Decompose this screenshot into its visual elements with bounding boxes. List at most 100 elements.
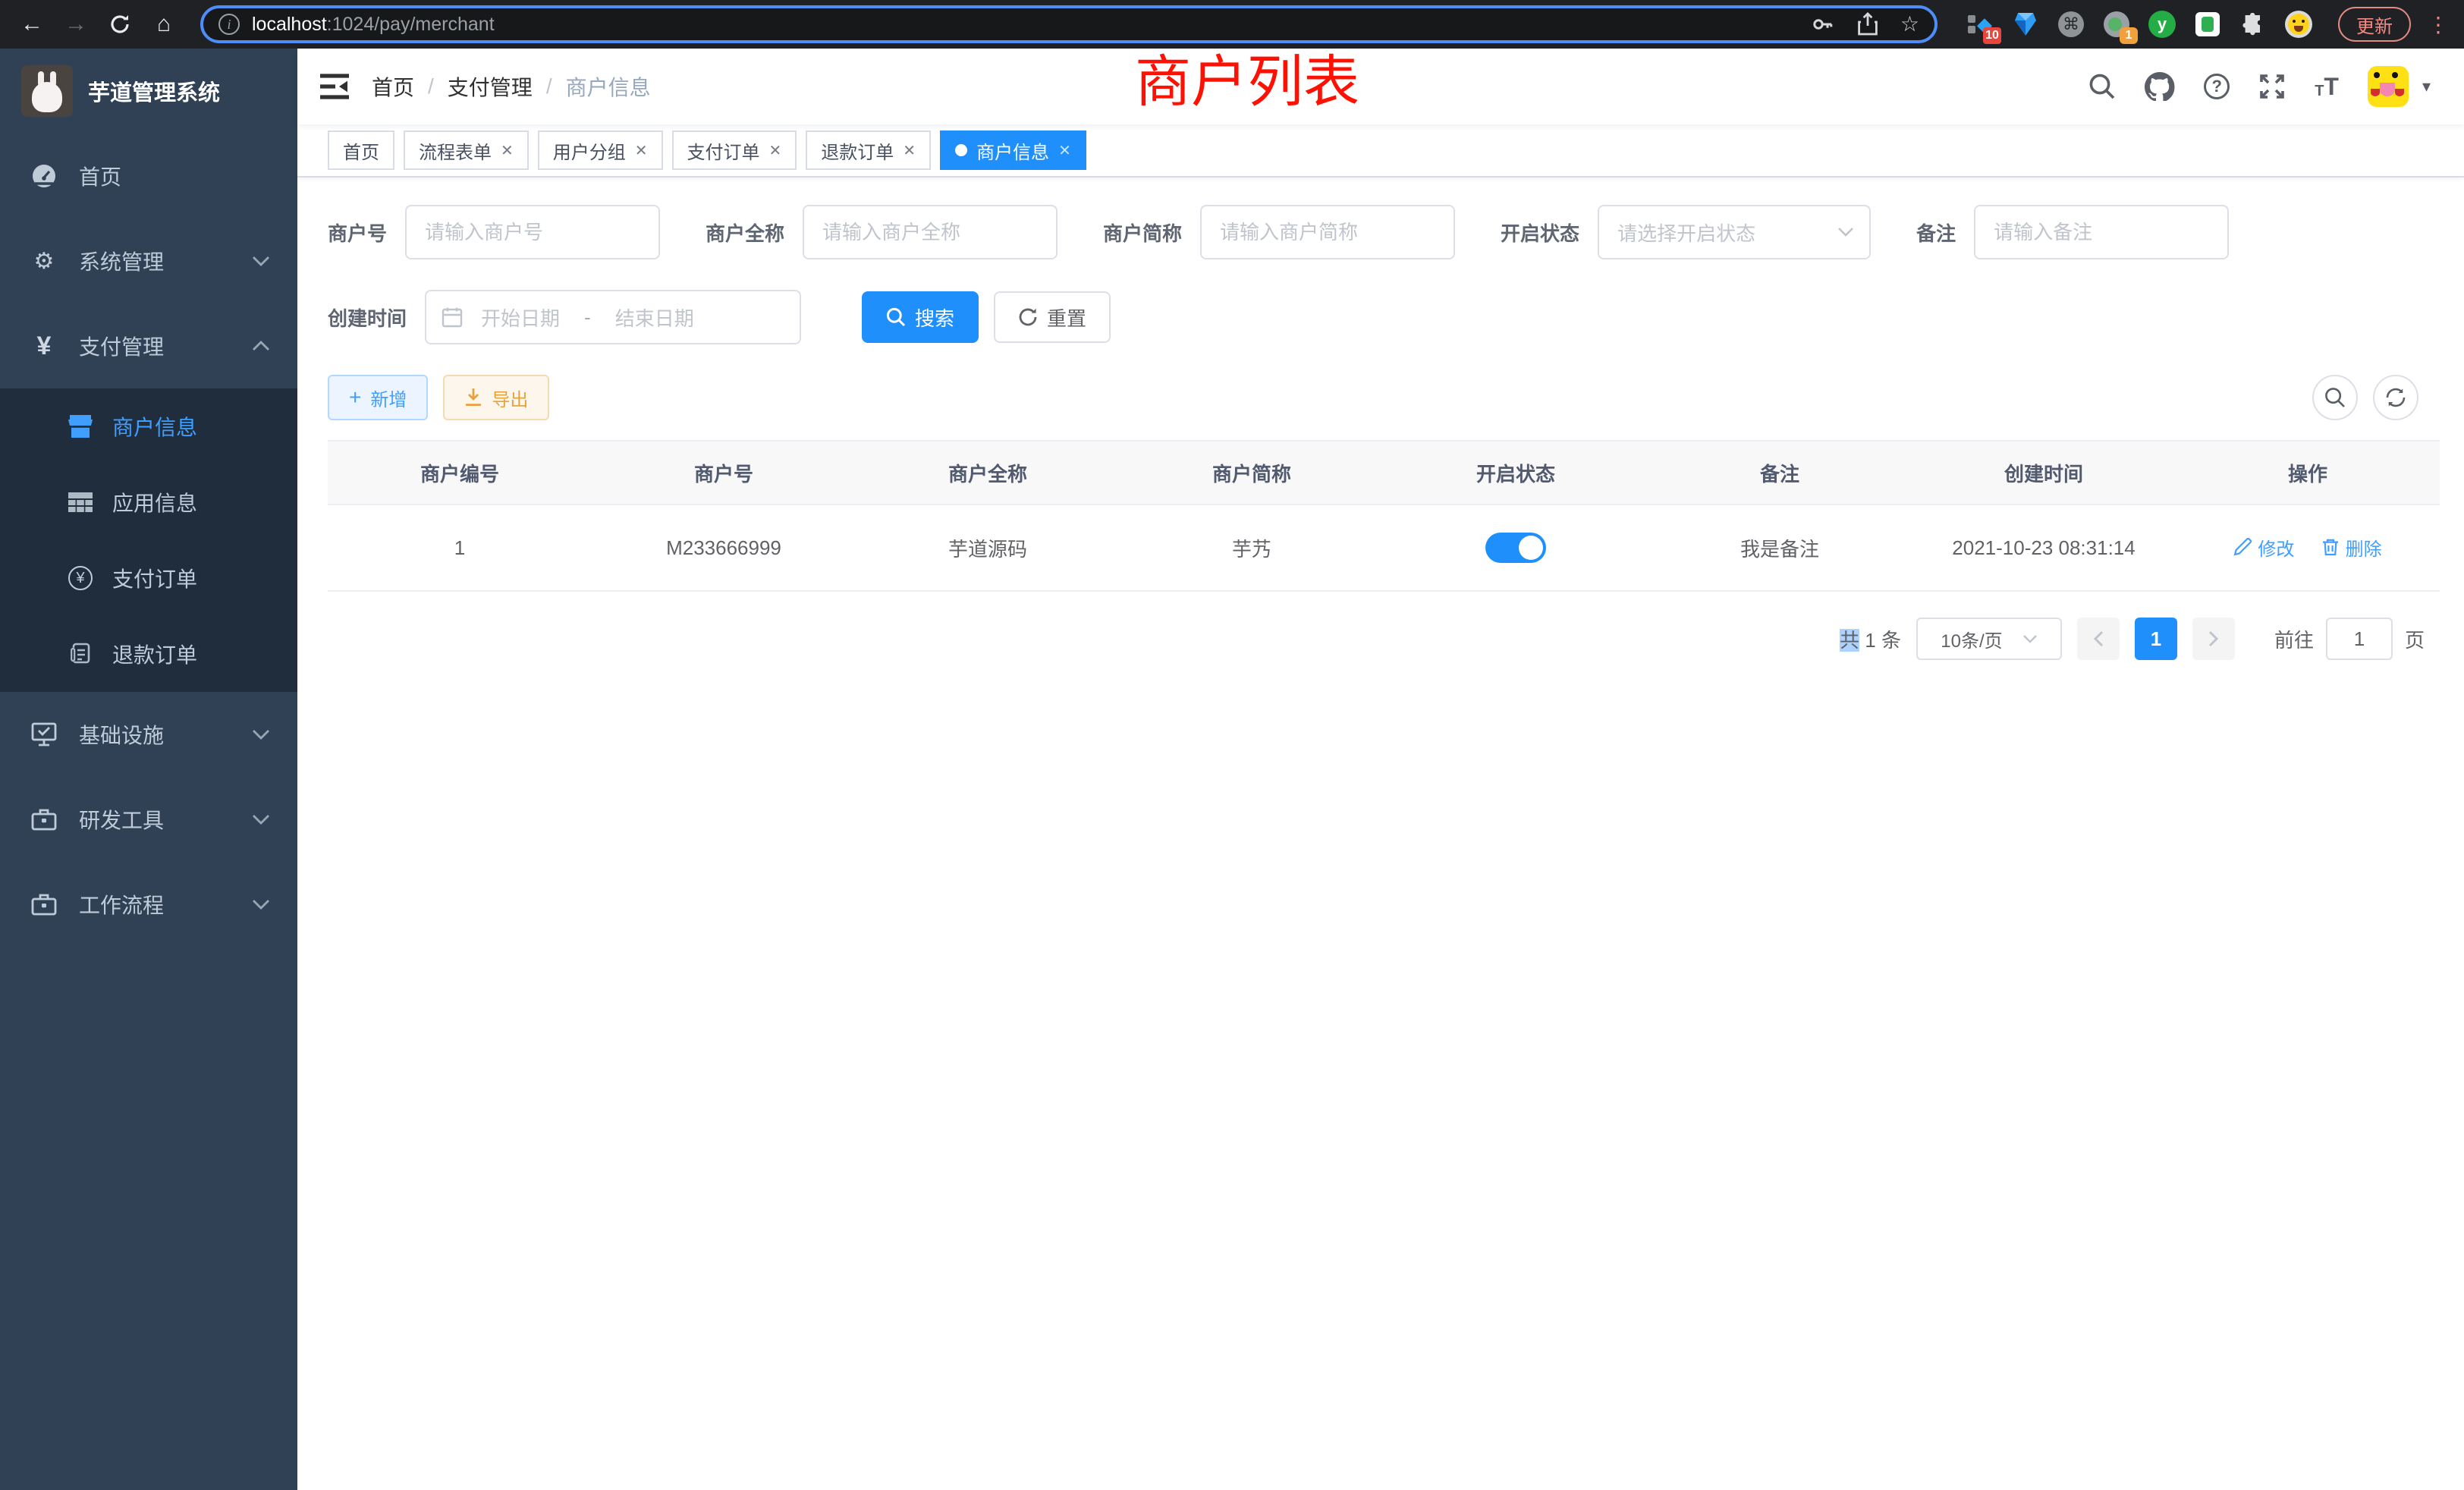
header-search-icon[interactable] [2088, 73, 2116, 100]
merchant-no-input[interactable] [405, 205, 660, 259]
sidebar-item-infra[interactable]: 基础设施 [0, 692, 297, 777]
chevron-down-icon [252, 729, 270, 740]
jump-page-input[interactable] [2326, 618, 2393, 660]
reset-button[interactable]: 重置 [994, 291, 1111, 343]
tab-merchant-info-active[interactable]: 商户信息✕ [940, 130, 1086, 170]
browser-reload-button[interactable] [103, 14, 137, 35]
app-title: 芋道管理系统 [88, 75, 220, 107]
breadcrumb-parent[interactable]: 支付管理 [448, 71, 533, 102]
table-header-row: 商户编号 商户号 商户全称 商户简称 开启状态 备注 创建时间 操作 [328, 441, 2440, 505]
sidebar-item-devtools[interactable]: 研发工具 [0, 777, 297, 862]
browser-menu-icon[interactable]: ⋮ [2428, 12, 2449, 37]
bookmark-star-icon[interactable]: ☆ [1900, 14, 1919, 35]
github-icon[interactable] [2145, 72, 2175, 101]
extension-y-icon[interactable]: y [2148, 11, 2176, 38]
chevron-down-icon [1837, 227, 1854, 237]
cell-remark: 我是备注 [1648, 505, 1912, 591]
sidebar-item-payment[interactable]: ¥ 支付管理 [0, 303, 297, 388]
collapse-sidebar-icon[interactable] [297, 74, 372, 99]
add-button[interactable]: + 新增 [328, 375, 428, 420]
tab-refund-order[interactable]: 退款订单✕ [806, 130, 931, 170]
sidebar-item-label: 基础设施 [79, 719, 164, 750]
merchant-table: 商户编号 商户号 商户全称 商户简称 开启状态 备注 创建时间 操作 1 M23… [328, 440, 2440, 592]
caret-down-icon: ▾ [2422, 77, 2431, 96]
close-icon[interactable]: ✕ [1058, 141, 1071, 160]
merchant-name-input[interactable] [803, 205, 1058, 259]
shop-icon [67, 415, 94, 438]
close-icon[interactable]: ✕ [501, 141, 514, 160]
sidebar-item-label: 应用信息 [112, 487, 197, 517]
toggle-search-icon-button[interactable] [2312, 375, 2358, 420]
breadcrumb: 首页 / 支付管理 / 商户信息 [372, 71, 651, 102]
close-icon[interactable]: ✕ [635, 141, 648, 160]
close-icon[interactable]: ✕ [769, 141, 782, 160]
refresh-icon-button[interactable] [2373, 375, 2418, 420]
short-name-input[interactable] [1200, 205, 1455, 259]
browser-home-button[interactable]: ⌂ [147, 13, 181, 36]
font-size-icon[interactable]: TT [2315, 74, 2339, 99]
current-page-button[interactable]: 1 [2135, 618, 2177, 660]
close-icon[interactable]: ✕ [903, 141, 916, 160]
password-key-icon[interactable] [1811, 12, 1835, 36]
extension-gem-icon[interactable] [2012, 11, 2039, 38]
tab-pay-order[interactable]: 支付订单✕ [672, 130, 797, 170]
extension-notes-icon[interactable] [2194, 11, 2221, 38]
sidebar-menu: 首页 ⚙ 系统管理 ¥ 支付管理 [0, 134, 297, 947]
fullscreen-icon[interactable] [2258, 73, 2286, 100]
document-icon [67, 643, 94, 665]
site-info-icon[interactable]: i [218, 14, 240, 35]
sidebar-item-workflow[interactable]: 工作流程 [0, 862, 297, 947]
profile-emoji-icon[interactable] [2285, 11, 2312, 38]
page-content: 商户号 商户全称 商户简称 开启状态 请选择开启状态 [297, 178, 2464, 1490]
col-merchant-name: 商户全称 [856, 441, 1120, 505]
extension-sidepanel-icon[interactable]: ◆ 10 [1966, 11, 1994, 38]
sidebar-item-app-info[interactable]: 应用信息 [0, 464, 297, 540]
col-remark: 备注 [1648, 441, 1912, 505]
dashboard-icon [30, 163, 58, 189]
share-icon[interactable] [1856, 12, 1879, 36]
sidebar-item-label: 商户信息 [112, 411, 197, 442]
col-merchant-no: 商户号 [592, 441, 856, 505]
create-time-range-picker[interactable]: 开始日期 - 结束日期 [425, 290, 801, 344]
navbar: 首页 / 支付管理 / 商户信息 ? TT [297, 49, 2464, 124]
tab-process-form[interactable]: 流程表单✕ [404, 130, 529, 170]
delete-link[interactable]: 删除 [2321, 534, 2382, 561]
breadcrumb-home[interactable]: 首页 [372, 71, 414, 102]
extension-notify-icon[interactable]: 1 [2103, 11, 2130, 38]
browser-update-button[interactable]: 更新 [2338, 7, 2411, 42]
page-size-select[interactable]: 10条/页 [1916, 618, 2062, 660]
export-button[interactable]: 导出 [443, 375, 549, 420]
monitor-icon [30, 722, 58, 747]
app-logo[interactable]: 芋道管理系统 [0, 49, 297, 134]
extension-badge: 10 [1983, 27, 2001, 44]
status-select[interactable]: 请选择开启状态 [1598, 205, 1871, 259]
col-merchant-id: 商户编号 [328, 441, 592, 505]
browser-address-bar[interactable]: i localhost:1024/pay/merchant ☆ [200, 5, 1938, 43]
sidebar-item-merchant-info[interactable]: 商户信息 [0, 388, 297, 464]
col-short-name: 商户简称 [1120, 441, 1384, 505]
col-create-time: 创建时间 [1912, 441, 2176, 505]
next-page-button[interactable] [2192, 618, 2235, 660]
chevron-down-icon [252, 256, 270, 266]
extension-command-icon[interactable]: ⌘ [2057, 11, 2085, 38]
prev-page-button[interactable] [2077, 618, 2120, 660]
sidebar-item-refund-order[interactable]: 退款订单 [0, 616, 297, 692]
browser-back-button[interactable]: ← [15, 13, 49, 36]
user-avatar-menu[interactable]: ▾ [2368, 66, 2431, 107]
tags-view-bar: 首页 流程表单✕ 用户分组✕ 支付订单✕ 退款订单✕ 商户信息✕ [297, 124, 2464, 178]
cell-short-name: 芋艿 [1120, 505, 1384, 591]
trash-icon [2321, 538, 2340, 556]
edit-link[interactable]: 修改 [2233, 534, 2294, 561]
tab-user-group[interactable]: 用户分组✕ [538, 130, 663, 170]
sidebar-item-system[interactable]: ⚙ 系统管理 [0, 218, 297, 303]
tab-home[interactable]: 首页 [328, 130, 394, 170]
search-button[interactable]: 搜索 [862, 291, 979, 343]
browser-forward-button[interactable]: → [59, 13, 93, 36]
sidebar-item-pay-order[interactable]: ¥ 支付订单 [0, 540, 297, 616]
extensions-puzzle-icon[interactable] [2239, 11, 2267, 38]
sidebar-item-home[interactable]: 首页 [0, 134, 297, 218]
remark-input[interactable] [1974, 205, 2229, 259]
browser-toolbar: ← → ⌂ i localhost:1024/pay/merchant ☆ ◆ … [0, 0, 2464, 49]
status-toggle[interactable] [1485, 533, 1546, 563]
help-icon[interactable]: ? [2204, 74, 2230, 99]
